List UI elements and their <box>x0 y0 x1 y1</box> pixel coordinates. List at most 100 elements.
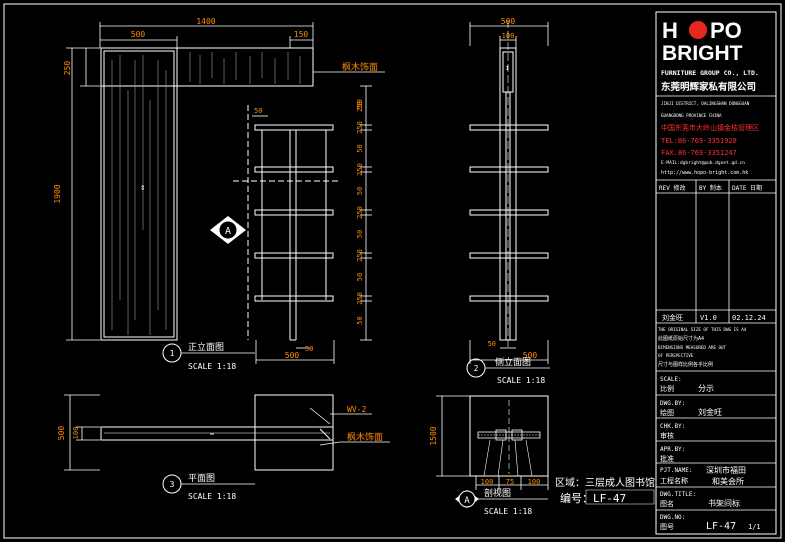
title-label-cn: 图名 <box>660 499 674 508</box>
dim-bottom-small: 50 <box>305 345 313 353</box>
section-dim-b1: 100 <box>481 478 494 486</box>
plan-title-scale: SCALE 1:18 <box>188 492 236 501</box>
plan-outline <box>100 394 334 471</box>
dim-overall-width: 1400 <box>196 17 215 26</box>
svg-text:A: A <box>225 226 231 237</box>
info-rows-grid <box>656 370 776 511</box>
note-wood-front: 枫木饰面 <box>342 61 378 73</box>
right-dim-label: 50 <box>356 273 364 281</box>
no-label-en: DWG.NO: <box>660 514 685 521</box>
note-wood-plan: 枫木饰面 <box>347 431 383 443</box>
right-dim-label: 250 <box>356 292 364 305</box>
side-elevation-view: 500 100 50 500 ↕ 2 侧立面图 SCALE 1:18 <box>466 17 550 385</box>
front-view-title: 1 正立面图 SCALE 1:18 <box>162 341 255 371</box>
right-dim-label: 50 <box>356 144 364 152</box>
no-label-cn: 图号 <box>660 523 674 531</box>
drawing-code-note: 编号：LF-47 <box>560 491 626 505</box>
sheet-value: 1/1 <box>748 523 761 531</box>
right-dim-label: 250 <box>356 163 364 176</box>
dim-total-height: 1900 <box>53 184 62 203</box>
logo-po: PO <box>710 18 742 43</box>
revision-table-grid <box>656 179 776 324</box>
company-logo: H PO BRIGHT <box>662 18 743 65</box>
rev-header-rev: REV 修改 <box>659 184 685 192</box>
plan-grain-mark: ⇔ <box>210 430 214 438</box>
note-en-2: DIMENSIONS MEASURED ARE OUT <box>658 345 727 350</box>
front-title-scale: SCALE 1:18 <box>188 362 236 371</box>
chk-label-en: CHK.BY: <box>660 423 685 430</box>
section-title-cn: 剖视图 <box>484 487 511 499</box>
side-title-scale: SCALE 1:18 <box>497 376 545 385</box>
apr-label-en: APR.BY: <box>660 446 685 453</box>
apr-label-cn: 批准 <box>660 454 674 463</box>
rev-header-by: BY 制本 <box>699 184 722 192</box>
front-dim-lines <box>66 22 314 341</box>
pjt-label-cn: 工程名称 <box>660 476 688 485</box>
front-title-cn: 正立面图 <box>188 341 224 353</box>
pjt-value-2: 和美会所 <box>712 476 744 486</box>
address-en-1: JINJI DISTRICT, DALINGSHAN DONGGUAN <box>661 101 750 106</box>
logo-h: H <box>662 18 678 43</box>
note-wv2: WV-2 <box>347 405 366 414</box>
section-dim-b2: 75 <box>506 478 514 486</box>
dim-right-width: 150 <box>294 30 309 39</box>
scale-value: 分示 <box>698 384 714 393</box>
section-marker-a: A <box>210 216 246 244</box>
title-value: 书架间标 <box>708 498 740 508</box>
pjt-value-1: 深圳市福田 <box>706 465 746 475</box>
title-block: H PO BRIGHT FURNITURE GROUP CO., LTD. 东莞… <box>655 11 777 535</box>
pjt-label-en: PJT.NAME: <box>660 467 693 474</box>
rev-header-date: DATE 日期 <box>732 184 762 192</box>
section-dim-1500: 1500 <box>429 426 438 445</box>
no-value: LF-47 <box>706 521 736 532</box>
right-dim-label: 50 <box>356 187 364 195</box>
right-dim-label: 50 <box>356 101 364 109</box>
rev-row-version: V1.0 <box>700 314 717 322</box>
right-dim-label: 50 <box>356 316 364 324</box>
scale-label-cn: 比例 <box>660 384 674 393</box>
note-en-3: OF PERSPECTIVE <box>658 353 694 358</box>
drawn-value: 刘金旺 <box>698 407 722 417</box>
section-leader-lines <box>483 439 533 477</box>
plan-title-cn: 平面图 <box>188 473 215 484</box>
front-elevation-view: 1400 500 150 250 1900 ⇕ 枫木饰面 25050250502… <box>53 17 385 371</box>
plan-dim-100: 100 <box>72 427 80 440</box>
side-dim-lines <box>469 22 549 364</box>
note-cn-2: 尺寸与图样比例各乎比例 <box>658 361 713 368</box>
title-label-en: DWG.TITLE: <box>660 491 696 498</box>
logo-red-dot <box>689 21 707 39</box>
note-en-1: THE ORIGINAL SIZE OF THIS DWG IS A4 <box>658 327 747 332</box>
dim-bottom-width: 500 <box>285 351 300 360</box>
plan-view-title: 3 平面图 SCALE 1:18 <box>162 473 255 501</box>
dim-top-height: 250 <box>63 61 72 76</box>
drawn-label-cn: 绘图 <box>660 408 674 417</box>
svg-text:2: 2 <box>474 364 479 373</box>
chk-label-cn: 审核 <box>660 431 674 440</box>
leader-wood-plan <box>319 441 341 446</box>
fax: FAX:86-769-3351247 <box>661 149 737 157</box>
section-title-scale: SCALE 1:18 <box>484 507 532 516</box>
svg-text:3: 3 <box>170 480 175 489</box>
tel: TEL:86-769-3351928 <box>661 137 737 145</box>
right-dim-label: 250 <box>356 121 364 134</box>
side-grain-mark: ↕ <box>505 63 510 72</box>
plan-dim-500: 500 <box>57 426 66 441</box>
section-dim-b3: 100 <box>528 478 541 486</box>
rev-row-date: 02.12.24 <box>732 314 766 322</box>
plan-dim-lines <box>64 394 100 471</box>
dim-shelf-left-gap: 50 <box>254 107 262 115</box>
side-dim-bottom-small: 50 <box>488 340 496 348</box>
section-view-title: A 剖视图 SCALE 1:18 <box>455 487 548 516</box>
website: http://www.hopo-bright.com.hk <box>661 170 748 176</box>
company-cn: 东莞明辉家私有限公司 <box>661 81 756 93</box>
drawing-sheet: 1400 500 150 250 1900 ⇕ 枫木饰面 25050250502… <box>3 3 782 539</box>
right-dim-label: 250 <box>356 249 364 262</box>
side-title-cn: 侧立面图 <box>495 356 531 368</box>
section-outline <box>469 395 549 477</box>
section-view-a: 1500 100 75 100 A 剖视图 SCALE 1:18 <box>429 395 549 516</box>
grain-direction-mark: ⇕ <box>140 183 145 193</box>
svg-text:1: 1 <box>170 349 175 358</box>
area-note: 区域：三层成人图书馆 <box>555 476 655 489</box>
address-cn: 中国东莞市大岭山镇金桔管理区 <box>661 123 759 132</box>
email: E-MAIL:dgbright@pub.dgnet.gd.cn <box>661 160 745 166</box>
